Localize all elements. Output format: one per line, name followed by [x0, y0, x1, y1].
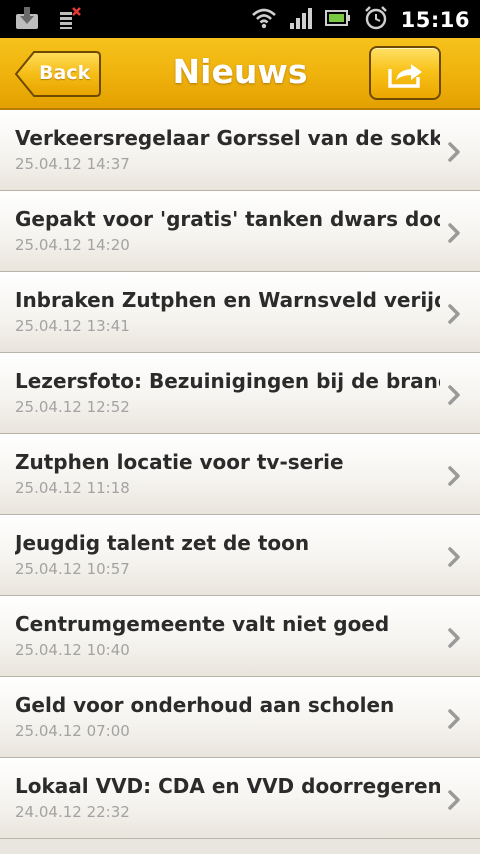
news-item[interactable]: Geld voor onderhoud aan scholen 25.04.12 …: [0, 677, 480, 758]
wifi-icon: [251, 7, 277, 33]
chevron-right-icon: [447, 546, 461, 572]
news-item[interactable]: Centrumgemeente valt niet goed 25.04.12 1…: [0, 596, 480, 677]
news-item-date: 25.04.12 14:37: [15, 155, 130, 173]
news-item-title: Verkeersregelaar Gorssel van de sokke...: [15, 126, 440, 150]
share-button[interactable]: [369, 46, 441, 100]
news-item-title: Zutphen locatie voor tv-serie: [15, 450, 344, 474]
alarm-clock-icon: [363, 5, 389, 35]
news-item-date: 25.04.12 11:18: [15, 479, 130, 497]
chevron-right-icon: [447, 141, 461, 167]
news-item-title: Gepakt voor 'gratis' tanken dwars door..…: [15, 207, 440, 231]
news-item-title: Geld voor onderhoud aan scholen: [15, 693, 395, 717]
status-bar: 15:16: [0, 0, 480, 38]
news-item-title: Lokaal VVD: CDA en VVD doorregeren: [15, 774, 440, 798]
news-item[interactable]: Lezersfoto: Bezuinigingen bij de brand..…: [0, 353, 480, 434]
system-icons: 15:16: [251, 5, 470, 35]
news-item[interactable]: Verkeersregelaar Gorssel van de sokke...…: [0, 110, 480, 191]
news-item-title: Jeugdig talent zet de toon: [15, 531, 310, 555]
news-item-date: 25.04.12 12:52: [15, 398, 130, 416]
chevron-right-icon: [447, 384, 461, 410]
notification-icons: [14, 6, 82, 34]
clock-time: 15:16: [400, 8, 470, 32]
sim-alert-icon: [58, 6, 82, 34]
signal-icon: [289, 7, 313, 33]
share-icon: [388, 64, 422, 88]
app-header: Back Nieuws: [0, 38, 480, 110]
news-item-title: Centrumgemeente valt niet goed: [15, 612, 390, 636]
news-item[interactable]: Zutphen locatie voor tv-serie 25.04.12 11…: [0, 434, 480, 515]
news-item-date: 24.04.12 22:32: [15, 803, 130, 821]
news-item[interactable]: Jeugdig talent zet de toon 25.04.12 10:57: [0, 515, 480, 596]
news-item-title: Inbraken Zutphen en Warnsveld verijd...: [15, 288, 440, 312]
chevron-right-icon: [447, 789, 461, 815]
chevron-right-icon: [447, 465, 461, 491]
battery-icon: [324, 8, 351, 32]
news-item-title: Lezersfoto: Bezuinigingen bij de brand..…: [15, 369, 440, 393]
news-item[interactable]: Inbraken Zutphen en Warnsveld verijd... 2…: [0, 272, 480, 353]
chevron-right-icon: [447, 708, 461, 734]
news-item-date: 25.04.12 07:00: [15, 722, 130, 740]
download-icon: [14, 6, 40, 34]
chevron-right-icon: [447, 222, 461, 248]
news-item-date: 25.04.12 10:57: [15, 560, 130, 578]
chevron-right-icon: [447, 303, 461, 329]
news-item-date: 25.04.12 14:20: [15, 236, 130, 254]
news-item[interactable]: Lokaal VVD: CDA en VVD doorregeren 24.04.…: [0, 758, 480, 839]
news-item[interactable]: Gepakt voor 'gratis' tanken dwars door..…: [0, 191, 480, 272]
news-item-date: 25.04.12 13:41: [15, 317, 130, 335]
chevron-right-icon: [447, 627, 461, 653]
news-item-date: 25.04.12 10:40: [15, 641, 130, 659]
news-list: Verkeersregelaar Gorssel van de sokke...…: [0, 110, 480, 839]
